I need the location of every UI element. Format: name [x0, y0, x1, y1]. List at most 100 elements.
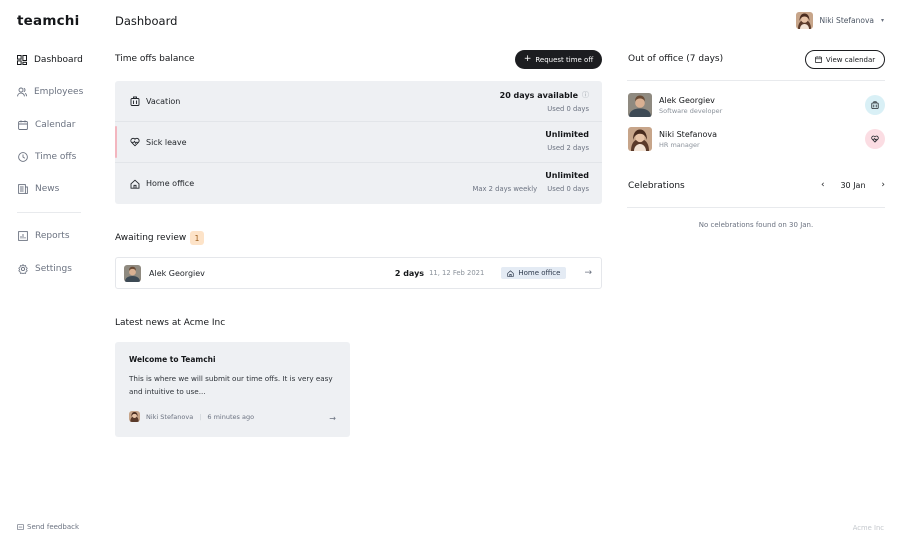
ooo-person[interactable]: Niki Stefanova HR manager: [628, 127, 885, 151]
sidebar-divider: [17, 212, 81, 214]
ooo-person-name: Niki Stefanova: [659, 129, 718, 139]
review-employee-name: Alek Georgiev: [149, 268, 205, 278]
feedback-label: Send feedback: [27, 523, 80, 531]
company-name: Acme Inc: [852, 524, 884, 532]
user-name: Niki Stefanova: [819, 16, 874, 25]
news-title: Latest news at Acme Inc: [115, 318, 226, 328]
page-title: Dashboard: [115, 14, 178, 28]
news-card-body: This is where we will submit our time of…: [129, 374, 333, 396]
balance-limit: Max 2 days weekly: [472, 185, 538, 193]
news-card[interactable]: Welcome to Teamchi This is where we will…: [115, 342, 350, 437]
avatar: [124, 264, 141, 282]
news-time: 6 minutes ago: [207, 412, 255, 421]
avatar: [628, 93, 652, 117]
balance-available: Unlimited: [545, 171, 589, 180]
balance-values: 20 days available ⓘ Used 0 days: [499, 90, 589, 114]
review-count-badge: 1: [190, 231, 204, 245]
sidebar-item-label: Dashboard: [34, 55, 83, 65]
view-calendar-label: View calendar: [825, 55, 876, 64]
sidebar-item-label: Employees: [34, 87, 84, 98]
review-item[interactable]: Alek Georgiev 2 days 11, 12 Feb 2021 Hom…: [115, 257, 602, 289]
gear-icon: [17, 263, 28, 274]
sidebar-item-news[interactable]: News: [17, 182, 81, 196]
calendar-icon: [814, 56, 822, 63]
avatar: [628, 127, 652, 151]
sidebar-item-label: Settings: [35, 263, 72, 274]
celebrations-date-nav: ‹ 30 Jan ›: [821, 180, 885, 190]
view-calendar-button[interactable]: View calendar: [805, 50, 885, 69]
avatar: [795, 12, 813, 29]
sidebar-item-calendar[interactable]: Calendar: [17, 118, 81, 132]
request-time-off-button[interactable]: + Request time off: [515, 50, 602, 69]
heart-pulse-icon: [865, 129, 885, 149]
balance-values: Unlimited Used 2 days: [545, 130, 589, 152]
balance-available: Unlimited: [545, 130, 589, 139]
request-time-off-label: Request time off: [535, 55, 594, 64]
app-logo[interactable]: teamchi: [17, 13, 79, 29]
sidebar-item-label: Reports: [35, 231, 70, 242]
heart-pulse-icon: [129, 137, 140, 148]
out-of-office-title: Out of office (7 days): [628, 54, 724, 64]
news-author: Niki Stefanova: [146, 412, 194, 421]
calendar-icon: [17, 119, 28, 130]
time-offs-balance-card: Vacation 20 days available ⓘ Used 0 days…: [115, 81, 602, 204]
sidebar-item-employees[interactable]: Employees: [17, 85, 84, 99]
ooo-person-role: Software developer: [659, 106, 723, 115]
celebrations-empty-state: No celebrations found on 30 Jan.: [698, 221, 814, 229]
sidebar: teamchi Dashboard Employees Calendar Tim…: [0, 0, 98, 547]
plus-icon: +: [523, 54, 532, 64]
news-card-title: Welcome to Teamchi: [129, 355, 216, 364]
balance-type-name: Vacation: [146, 96, 181, 106]
sidebar-item-label: Calendar: [35, 119, 76, 130]
accent-bar: [115, 126, 117, 158]
briefcase-icon: [865, 95, 885, 115]
home-icon: [507, 269, 514, 277]
send-feedback-link[interactable]: Send feedback: [17, 523, 79, 531]
news-icon: [17, 184, 28, 195]
briefcase-icon: [129, 96, 140, 107]
ooo-person-name: Alek Georgiev: [659, 95, 715, 105]
balance-row-home-office[interactable]: Home office Unlimited Max 2 days weekly …: [115, 163, 602, 204]
users-icon: [17, 87, 27, 98]
ooo-person-role: HR manager: [659, 140, 700, 149]
balance-values: Unlimited Max 2 days weekly Used 0 days: [472, 171, 589, 193]
balance-row-sick-leave[interactable]: Sick leave Unlimited Used 2 days: [115, 122, 602, 163]
news-card-meta: Niki Stefanova | 6 minutes ago: [129, 411, 254, 422]
balance-type-name: Home office: [146, 179, 195, 188]
arrow-right-icon[interactable]: →: [329, 414, 336, 423]
review-dates: 11, 12 Feb 2021: [429, 269, 485, 277]
info-icon[interactable]: ⓘ: [582, 90, 589, 100]
dashboard-icon: [17, 55, 27, 66]
arrow-right-icon[interactable]: →: [584, 268, 592, 278]
balance-available: 20 days available: [499, 90, 578, 100]
time-off-type-badge: Home office: [501, 267, 567, 279]
divider: [627, 207, 885, 208]
home-icon: [129, 178, 140, 189]
balance-used: Used 0 days: [547, 185, 589, 193]
celebrations-date: 30 Jan: [840, 180, 866, 190]
balance-used: Used 0 days: [547, 105, 589, 113]
sidebar-item-label: News: [35, 184, 60, 195]
balance-used: Used 2 days: [547, 144, 589, 152]
clock-icon: [17, 151, 28, 162]
chevron-right-icon[interactable]: ›: [881, 180, 885, 190]
review-days: 2 days: [394, 268, 425, 278]
meta-separator: |: [199, 412, 202, 421]
chevron-left-icon[interactable]: ‹: [821, 180, 825, 190]
sidebar-item-dashboard[interactable]: Dashboard: [17, 53, 83, 67]
sidebar-item-time-offs[interactable]: Time offs: [17, 150, 81, 164]
chart-icon: [17, 231, 28, 242]
ooo-person[interactable]: Alek Georgiev Software developer: [628, 93, 885, 117]
chevron-down-icon: ▾: [880, 17, 884, 24]
time-off-type-label: Home office: [518, 269, 561, 277]
avatar: [129, 411, 140, 422]
celebrations-title: Celebrations: [628, 181, 685, 191]
sidebar-item-reports[interactable]: Reports: [17, 229, 81, 243]
user-menu[interactable]: Niki Stefanova ▾: [795, 12, 884, 29]
time-offs-title: Time offs balance: [115, 54, 195, 64]
balance-row-vacation[interactable]: Vacation 20 days available ⓘ Used 0 days: [115, 81, 602, 122]
balance-type-name: Sick leave: [146, 137, 187, 147]
sidebar-item-settings[interactable]: Settings: [17, 262, 81, 276]
sidebar-item-label: Time offs: [35, 151, 77, 162]
divider: [627, 80, 885, 81]
